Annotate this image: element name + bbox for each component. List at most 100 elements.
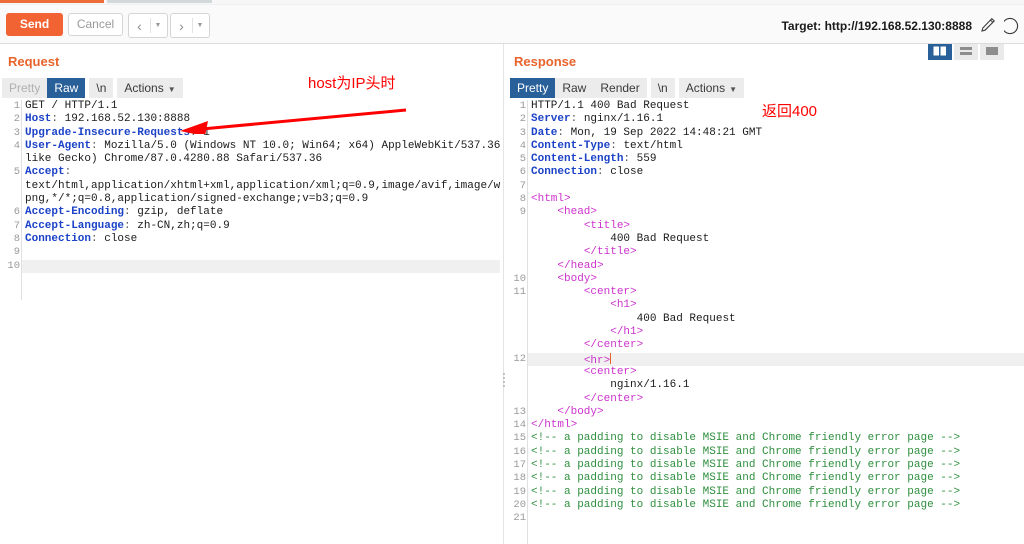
code-line: Accept-Language: zh-CN,zh;q=0.9 [25, 220, 500, 233]
annotation-host-note: host为IP头时 [308, 72, 396, 93]
layout-toggle-group [928, 44, 1004, 60]
code-line: Accept-Encoding: gzip, deflate [25, 206, 500, 219]
line-number [508, 246, 526, 259]
line-number [508, 339, 526, 352]
code-line: </title> [531, 246, 960, 259]
code-line: <!-- a padding to disable MSIE and Chrom… [531, 459, 960, 472]
chevron-down-icon: ▼ [729, 85, 737, 94]
line-number: 16 [508, 446, 526, 459]
pencil-icon[interactable] [980, 17, 996, 33]
line-number: 11 [508, 286, 526, 299]
line-number: 7 [508, 180, 526, 193]
send-button[interactable]: Send [6, 13, 63, 36]
cancel-button[interactable]: Cancel [68, 13, 123, 36]
code-line: <!-- a padding to disable MSIE and Chrom… [531, 486, 960, 499]
chevron-down-icon: ▼ [168, 85, 176, 94]
back-dropdown-caret-icon[interactable]: ▼ [151, 15, 165, 36]
code-line: <!-- a padding to disable MSIE and Chrom… [531, 472, 960, 485]
line-number: 4 [508, 140, 526, 153]
forward-dropdown-caret-icon[interactable]: ▼ [193, 15, 207, 36]
tab-strip [0, 0, 1024, 4]
response-tab-pretty[interactable]: Pretty [510, 78, 555, 98]
line-number: 17 [508, 459, 526, 472]
text-cursor [610, 353, 611, 364]
line-number: 18 [508, 472, 526, 485]
line-number: 3 [508, 127, 526, 140]
line-number [508, 233, 526, 246]
request-actions-label: Actions [124, 81, 163, 95]
line-number: 13 [508, 406, 526, 419]
code-line: <head> [531, 206, 960, 219]
request-gutter-rule [21, 100, 22, 300]
response-line-numbers: 123456789101112131415161718192021 [508, 100, 526, 526]
line-number: 20 [508, 499, 526, 512]
divider-line [503, 44, 504, 544]
code-line: Server: nginx/1.16.1 [531, 113, 960, 126]
circle-icon[interactable] [1004, 17, 1022, 35]
code-line: text/html,application/xhtml+xml,applicat… [25, 180, 500, 193]
code-line: </h1> [531, 326, 960, 339]
tab-indicator-active[interactable] [0, 0, 104, 3]
line-number: 6 [508, 166, 526, 179]
line-number [508, 220, 526, 233]
code-line: HTTP/1.1 400 Bad Request [531, 100, 960, 113]
code-line: Connection: close [25, 233, 500, 246]
forward-button[interactable]: › ▼ [170, 13, 210, 38]
request-tab-pretty[interactable]: Pretty [2, 78, 47, 98]
code-line: <body> [531, 273, 960, 286]
tab-indicator-next[interactable] [107, 0, 212, 3]
line-number [0, 153, 20, 166]
code-line [531, 512, 960, 525]
code-line: </head> [531, 260, 960, 273]
code-line: </body> [531, 406, 960, 419]
code-line: <h1> [531, 299, 960, 312]
chevron-left-icon: ‹ [129, 15, 150, 36]
code-line: <!-- a padding to disable MSIE and Chrom… [531, 499, 960, 512]
layout-single-panel-icon[interactable] [980, 44, 1004, 60]
back-button[interactable]: ‹ ▼ [128, 13, 168, 38]
annotation-arrow-icon [178, 108, 410, 134]
line-number [508, 299, 526, 312]
layout-split-horizontal-icon[interactable] [954, 44, 978, 60]
divider-grip-handle[interactable] [501, 371, 506, 395]
line-number [508, 379, 526, 392]
line-number: 9 [508, 206, 526, 219]
code-line: User-Agent: Mozilla/5.0 (Windows NT 10.0… [25, 140, 500, 153]
response-tab-raw[interactable]: Raw [555, 78, 593, 98]
code-line: <!-- a padding to disable MSIE and Chrom… [531, 446, 960, 459]
line-number: 10 [0, 260, 20, 273]
line-number: 5 [0, 166, 20, 179]
layout-split-vertical-icon[interactable] [928, 44, 952, 60]
request-actions-menu[interactable]: Actions ▼ [117, 78, 182, 98]
response-tab-render[interactable]: Render [593, 78, 646, 98]
code-line: Content-Length: 559 [531, 153, 960, 166]
code-line [531, 180, 960, 193]
line-number: 10 [508, 273, 526, 286]
burp-repeater-window: Send Cancel ‹ ▼ › ▼ Target: http://192.1… [0, 0, 1024, 544]
code-line: 400 Bad Request [531, 313, 960, 326]
line-number: 14 [508, 419, 526, 432]
annotation-response-note: 返回400 [762, 100, 817, 121]
response-actions-label: Actions [686, 81, 725, 95]
code-line [25, 246, 500, 259]
line-number [508, 313, 526, 326]
line-number [0, 180, 20, 193]
target-label: Target: http://192.168.52.130:8888 [781, 19, 972, 33]
code-line: <title> [531, 220, 960, 233]
request-tab-raw[interactable]: Raw [47, 78, 85, 98]
code-line: <center> [531, 366, 960, 379]
code-line: nginx/1.16.1 [531, 379, 960, 392]
repeater-toolbar: Send Cancel ‹ ▼ › ▼ Target: http://192.1… [0, 5, 1024, 44]
code-line: <center> [531, 286, 960, 299]
response-actions-menu[interactable]: Actions ▼ [679, 78, 744, 98]
panel-divider[interactable] [500, 44, 508, 544]
request-tab-newline[interactable]: \n [89, 78, 113, 98]
line-number: 2 [508, 113, 526, 126]
line-number: 15 [508, 432, 526, 445]
code-line: <!-- a padding to disable MSIE and Chrom… [531, 432, 960, 445]
line-number: 6 [0, 206, 20, 219]
response-tab-newline[interactable]: \n [651, 78, 675, 98]
request-tab-group: Pretty Raw [2, 78, 85, 98]
response-view-tabs: Pretty Raw Render \n Actions ▼ [510, 78, 744, 98]
code-line: </center> [531, 393, 960, 406]
